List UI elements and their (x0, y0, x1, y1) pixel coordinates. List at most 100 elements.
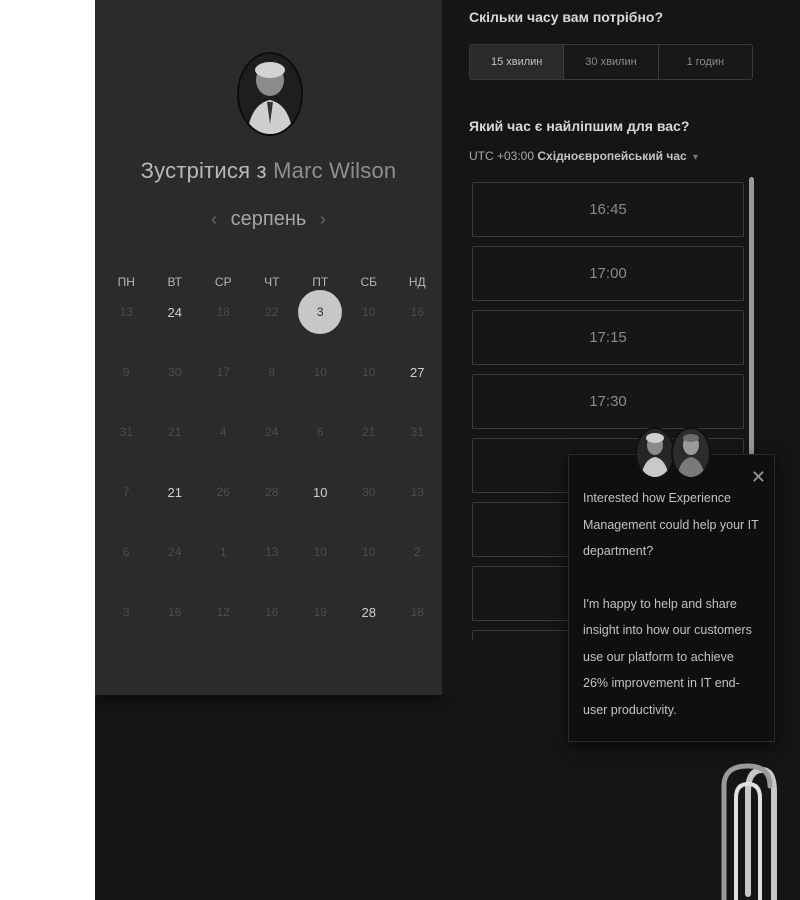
calendar-day: 22 (248, 297, 297, 357)
calendar-day-number: 13 (119, 305, 133, 319)
calendar-day: 10 (296, 537, 345, 597)
calendar-panel: Зустрітися з Marc Wilson ‹ серпень › ПН В… (95, 0, 442, 695)
time-title: Який час є найліпшим для вас? (469, 118, 690, 134)
calendar-day-number: 21 (167, 485, 182, 500)
host-name: Marc Wilson (273, 158, 397, 183)
chevron-left-icon[interactable]: ‹ (203, 209, 225, 229)
close-icon[interactable]: ✕ (751, 467, 766, 488)
calendar-day: 9 (102, 357, 151, 417)
calendar-day: 10 (345, 357, 394, 417)
calendar-day[interactable]: 21 (151, 477, 200, 537)
chat-message-1: Interested how Experience Management cou… (583, 491, 759, 558)
weekday-label: СР (214, 275, 232, 289)
calendar-day-number: 10 (313, 485, 328, 500)
calendar-day[interactable]: 27 (393, 357, 442, 417)
duration-option-30[interactable]: 30 хвилин (564, 45, 659, 79)
duration-option-60[interactable]: 1 годин (658, 45, 752, 79)
calendar-day-number: 18 (410, 605, 424, 619)
calendar-day: 1 (199, 537, 248, 597)
calendar-day-number: 10 (313, 365, 327, 379)
calendar-day-number: 13 (265, 545, 279, 559)
calendar-day-number: 24 (167, 305, 182, 320)
timezone-name: Східноєвропейський час (537, 149, 687, 163)
calendar-day-number: 3 (298, 290, 343, 334)
weekday-label: ЧТ (264, 275, 280, 289)
calendar-day-number: 30 (168, 365, 182, 379)
calendar-day[interactable]: 10 (296, 477, 345, 537)
calendar-day: 13 (102, 297, 151, 357)
calendar-day-number: 19 (313, 605, 327, 619)
calendar-day[interactable]: 28 (345, 597, 394, 657)
calendar-day-number: 4 (219, 425, 227, 439)
calendar-day: 16 (393, 297, 442, 357)
host-avatar (237, 52, 303, 136)
time-slot[interactable]: 17:15 (472, 310, 744, 365)
calendar-day-number: 16 (265, 605, 279, 619)
calendar-day-number: 21 (362, 425, 376, 439)
agent-avatar (671, 427, 711, 479)
duration-option-15[interactable]: 15 хвилин (470, 45, 565, 79)
duration-selector: 15 хвилин 30 хвилин 1 годин (469, 44, 753, 80)
chat-message-2: I'm happy to help and share insight into… (583, 596, 752, 717)
calendar-day-number: 9 (122, 365, 130, 379)
calendar-day: 21 (345, 417, 394, 477)
weekday-label: НД (408, 275, 426, 289)
calendar-day: 10 (296, 357, 345, 417)
calendar-day-selected[interactable]: 3 (296, 290, 345, 357)
calendar-week-row: 6 24 1 13 10 10 2 (102, 537, 442, 597)
month-label: серпень (230, 208, 307, 230)
calendar-day: 17 (199, 357, 248, 417)
month-navigator: ‹ серпень › (95, 208, 442, 231)
calendar-day-number: 10 (362, 305, 376, 319)
calendar-day[interactable]: 24 (151, 297, 200, 357)
calendar-day: 6 (296, 417, 345, 477)
calendar-day-number: 24 (168, 545, 182, 559)
calendar-day: 7 (102, 477, 151, 537)
weekday-label: ПН (117, 275, 135, 289)
calendar-day-number: 17 (216, 365, 230, 379)
attachment-launcher-icon[interactable] (718, 762, 778, 900)
calendar-day: 18 (393, 597, 442, 657)
calendar-day: 13 (248, 537, 297, 597)
calendar-week-row: 31 21 4 24 6 21 31 (102, 417, 442, 477)
calendar-day-number: 8 (268, 365, 276, 379)
calendar-day: 6 (102, 537, 151, 597)
weekday-header-row: ПН ВТ СР ЧТ ПТ СБ НД (102, 273, 442, 297)
timezone-dropdown[interactable]: UTC +03:00 Східноєвропейський час ▾ (469, 149, 698, 163)
calendar-day-number: 30 (362, 485, 376, 499)
time-slot[interactable]: 17:00 (472, 246, 744, 301)
calendar-day: 31 (393, 417, 442, 477)
calendar-day-number: 22 (265, 305, 279, 319)
calendar-day-number: 6 (122, 545, 130, 559)
weekday-label: ВТ (167, 275, 183, 289)
calendar-day: 16 (248, 597, 297, 657)
time-slot[interactable]: 17:30 (472, 374, 744, 429)
calendar-day-number: 28 (361, 605, 376, 620)
calendar-day: 10 (345, 537, 394, 597)
calendar-week-row: 7 21 26 28 10 30 13 (102, 477, 442, 537)
calendar-day: 13 (393, 477, 442, 537)
time-slot[interactable]: 16:45 (472, 182, 744, 237)
calendar-day-number: 16 (410, 305, 424, 319)
calendar-day-number: 31 (410, 425, 424, 439)
calendar-day-number: 12 (216, 605, 230, 619)
calendar-day: 16 (151, 597, 200, 657)
calendar-day: 24 (151, 537, 200, 597)
calendar-day: 8 (248, 357, 297, 417)
calendar-day: 10 (345, 297, 394, 357)
calendar-day-number: 2 (413, 545, 421, 559)
duration-title: Скільки часу вам потрібно? (469, 9, 664, 25)
agent-avatar (635, 427, 675, 479)
calendar-day-number: 28 (265, 485, 279, 499)
calendar-day-number: 6 (316, 425, 324, 439)
calendar-grid: ПН ВТ СР ЧТ ПТ СБ НД 13 24 18 22 3 10 16 9 30 17 8 10 10 27 3… (102, 273, 442, 657)
calendar-day: 30 (151, 357, 200, 417)
meeting-title-prefix: Зустрітися з (140, 158, 267, 183)
calendar-week-row: 3 16 12 16 19 28 18 (102, 597, 442, 657)
calendar-day-number: 31 (119, 425, 133, 439)
calendar-day-number: 18 (216, 305, 230, 319)
agent-avatars (635, 427, 713, 479)
calendar-day-number: 26 (216, 485, 230, 499)
chevron-right-icon[interactable]: › (312, 209, 334, 229)
calendar-day-number: 10 (313, 545, 327, 559)
